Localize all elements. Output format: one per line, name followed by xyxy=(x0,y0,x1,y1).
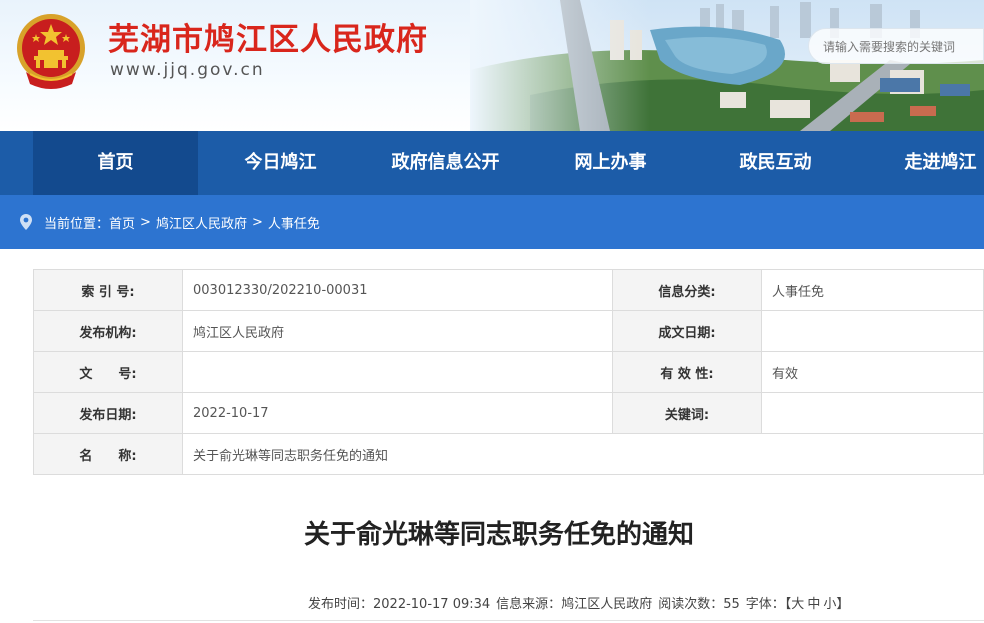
breadcrumb: 当前位置： 首页 > 鸠江区人民政府 > 人事任免 xyxy=(18,208,320,236)
nav-item-gov-public-interaction[interactable]: 政民互动 xyxy=(693,131,858,195)
nav-item-today-jiujiang[interactable]: 今日鸠江 xyxy=(198,131,363,195)
breadcrumb-link-home[interactable]: 首页 xyxy=(109,213,135,232)
info-source: 信息来源：鸠江区人民政府 xyxy=(496,593,652,612)
font-size-small-button[interactable]: 小 xyxy=(823,597,836,612)
font-size-large-button[interactable]: 大 xyxy=(791,597,804,612)
created-date-value xyxy=(761,310,984,352)
publisher-value: 鸠江区人民政府 xyxy=(182,310,613,352)
location-pin-icon xyxy=(20,214,32,230)
doc-name-label: 名 称: xyxy=(33,433,183,475)
font-size-label: 字体： xyxy=(745,597,785,612)
main-nav: 首页 今日鸠江 政府信息公开 网上办事 政民互动 走进鸠江 xyxy=(0,131,984,195)
nav-item-home[interactable]: 首页 xyxy=(33,131,198,195)
divider xyxy=(33,620,984,621)
nav-item-about-jiujiang[interactable]: 走进鸠江 xyxy=(858,131,984,195)
national-emblem-icon xyxy=(17,14,85,89)
validity-value: 有效 xyxy=(761,351,984,393)
breadcrumb-link-district-gov[interactable]: 鸠江区人民政府 xyxy=(156,213,247,232)
keywords-value xyxy=(761,392,984,434)
search-box xyxy=(808,28,984,64)
search-input[interactable] xyxy=(823,37,983,57)
publish-time-value: 2022-10-17 09:34 xyxy=(373,597,491,612)
info-source-value: 鸠江区人民政府 xyxy=(561,597,653,612)
index-number-value: 003012330/202210-00031 xyxy=(182,269,613,311)
publish-date-label: 发布日期: xyxy=(33,392,183,434)
article-container: 索 引 号: 003012330/202210-00031 信息分类: 人事任免… xyxy=(14,249,984,623)
site-title: 芜湖市鸠江区人民政府 xyxy=(108,22,428,58)
table-row: 文 号: 有 效 性: 有效 xyxy=(33,351,984,393)
index-number-label: 索 引 号: xyxy=(33,269,183,311)
publish-date-value: 2022-10-17 xyxy=(182,392,613,434)
breadcrumb-separator: > xyxy=(140,214,151,230)
info-source-label: 信息来源： xyxy=(496,597,562,612)
document-info-table: 索 引 号: 003012330/202210-00031 信息分类: 人事任免… xyxy=(33,269,984,475)
keywords-label: 关键词: xyxy=(612,392,762,434)
breadcrumb-bar: 当前位置： 首页 > 鸠江区人民政府 > 人事任免 xyxy=(0,195,984,249)
doc-name-value: 关于俞光琳等同志职务任免的通知 xyxy=(182,433,984,475)
table-row: 索 引 号: 003012330/202210-00031 信息分类: 人事任免 xyxy=(33,269,984,311)
breadcrumb-link-personnel[interactable]: 人事任免 xyxy=(268,213,320,232)
doc-number-label: 文 号: xyxy=(33,351,183,393)
font-size-control: 字体：【大中小】 xyxy=(746,593,850,612)
view-count-value: 55 xyxy=(723,597,740,612)
site-url: www.jjq.gov.cn xyxy=(110,60,265,80)
article-meta: 发布时间：2022-10-17 09:34 信息来源：鸠江区人民政府 阅读次数：… xyxy=(308,593,855,612)
breadcrumb-prefix: 当前位置： xyxy=(44,216,110,232)
breadcrumb-separator: > xyxy=(251,214,263,230)
bracket-close: 】 xyxy=(836,597,850,612)
category-value: 人事任免 xyxy=(761,269,984,311)
publish-time-label: 发布时间： xyxy=(308,597,374,612)
article-title: 关于俞光琳等同志职务任免的通知 xyxy=(303,520,694,550)
nav-item-online-services[interactable]: 网上办事 xyxy=(528,131,693,195)
publisher-label: 发布机构: xyxy=(33,310,183,352)
view-count: 阅读次数：55 xyxy=(658,593,740,612)
table-row: 发布日期: 2022-10-17 关键词: xyxy=(33,392,984,434)
view-count-label: 阅读次数： xyxy=(658,597,724,612)
site-header: 芜湖市鸠江区人民政府 www.jjq.gov.cn xyxy=(0,0,984,131)
nav-item-gov-info-disclosure[interactable]: 政府信息公开 xyxy=(363,131,528,195)
table-row: 发布机构: 鸠江区人民政府 成文日期: xyxy=(33,310,984,352)
category-label: 信息分类: xyxy=(612,269,762,311)
doc-number-value xyxy=(182,351,613,393)
table-row: 名 称: 关于俞光琳等同志职务任免的通知 xyxy=(33,433,984,475)
created-date-label: 成文日期: xyxy=(612,310,762,352)
font-size-medium-button[interactable]: 中 xyxy=(807,597,820,612)
validity-label: 有 效 性: xyxy=(612,351,762,393)
city-banner-image xyxy=(470,0,984,131)
publish-time: 发布时间：2022-10-17 09:34 xyxy=(308,593,490,612)
